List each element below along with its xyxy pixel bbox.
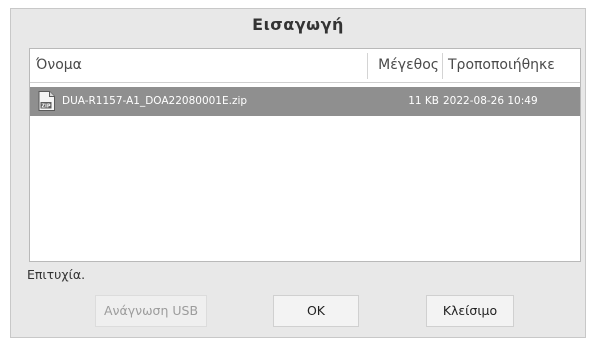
zip-file-icon: ZIP (38, 91, 55, 111)
file-row[interactable]: ZIP DUA-R1157-A1_DOA22080001E.zip 11 KB … (30, 87, 580, 116)
read-usb-button[interactable]: Ανάγνωση USB (95, 295, 207, 327)
column-separator[interactable] (442, 53, 443, 79)
close-button[interactable]: Κλείσιμο (426, 295, 514, 327)
ok-button[interactable]: OK (273, 295, 359, 327)
svg-text:ZIP: ZIP (41, 103, 50, 109)
status-text: Επιτυχία. (27, 267, 86, 282)
column-header-name[interactable]: Όνομα (36, 57, 82, 73)
column-header-size[interactable]: Μέγεθος (378, 57, 439, 73)
import-dialog: Εισαγωγή Όνομα Μέγεθος Τροποποιήθηκε ZIP… (10, 8, 586, 338)
file-size: 11 KB (408, 95, 439, 107)
dialog-title: Εισαγωγή (252, 15, 344, 34)
file-list-header: Όνομα Μέγεθος Τροποποιήθηκε (30, 49, 580, 83)
file-list[interactable]: Όνομα Μέγεθος Τροποποιήθηκε ZIP DUA-R115… (29, 48, 581, 262)
column-separator[interactable] (367, 53, 368, 79)
column-header-modified[interactable]: Τροποποιήθηκε (448, 57, 555, 73)
file-modified: 2022-08-26 10:49 (443, 95, 538, 107)
file-name: DUA-R1157-A1_DOA22080001E.zip (62, 95, 248, 107)
